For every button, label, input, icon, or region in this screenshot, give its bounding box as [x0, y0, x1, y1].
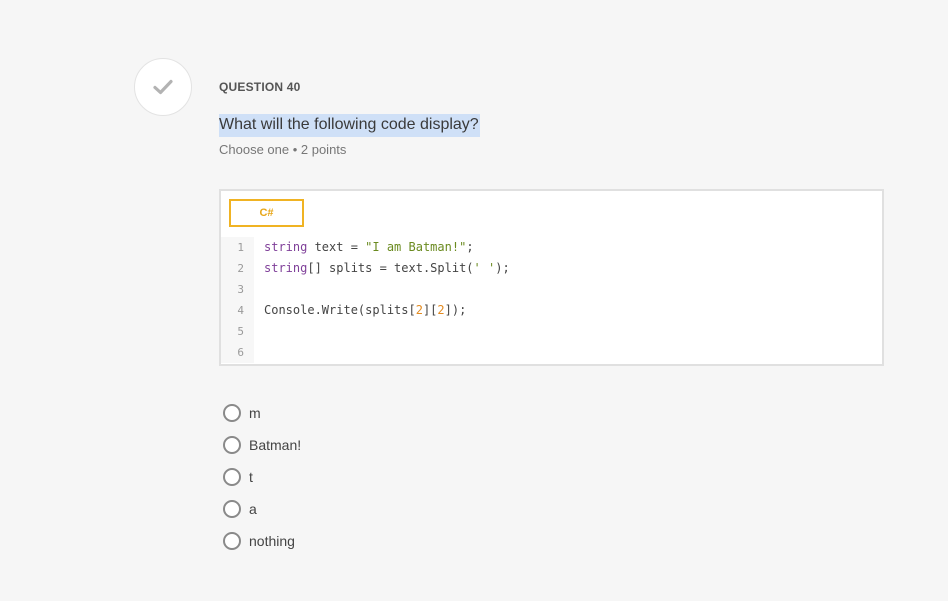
answer-option-label: Batman!: [249, 437, 302, 453]
code-line: 2 string[] splits = text.Split(' ');: [221, 258, 882, 279]
line-number: 1: [221, 237, 254, 258]
answer-option-label: a: [249, 501, 257, 517]
line-number: 6: [221, 342, 254, 363]
question-meta: Choose one • 2 points: [219, 142, 347, 157]
code-token: [] splits = text.Split(: [307, 261, 474, 275]
radio-button[interactable]: [223, 532, 241, 550]
question-number: QUESTION 40: [219, 80, 301, 94]
answer-options: m Batman! t a nothing: [223, 397, 301, 557]
code-token: ][: [422, 303, 438, 317]
code-token: string: [264, 240, 308, 254]
line-number: 2: [221, 258, 254, 279]
answer-option[interactable]: m: [223, 397, 301, 429]
code-token: ;: [466, 240, 474, 254]
code-editor: 1 string text = "I am Batman!"; 2 string[] …: [221, 237, 882, 363]
answer-option-label: m: [249, 405, 261, 421]
answer-option-label: t: [249, 469, 253, 485]
code-token: ' ': [473, 261, 496, 275]
answer-option[interactable]: Batman!: [223, 429, 301, 461]
question-text: What will the following code display?: [219, 114, 480, 137]
code-text: string text = "I am Batman!";: [254, 237, 474, 258]
code-snippet-card: C# 1 string text = "I am Batman!"; 2 string…: [219, 189, 884, 366]
language-tab[interactable]: C#: [229, 199, 304, 227]
code-line: 6: [221, 342, 882, 363]
code-line: 1 string text = "I am Batman!";: [221, 237, 882, 258]
radio-button[interactable]: [223, 436, 241, 454]
radio-button[interactable]: [223, 468, 241, 486]
quiz-page: QUESTION 40 What will the following code…: [0, 0, 948, 601]
checkmark-icon: [153, 79, 173, 95]
code-token: "I am Batman!": [365, 240, 467, 254]
line-number: 3: [221, 279, 254, 300]
code-text: string[] splits = text.Split(' ');: [254, 258, 510, 279]
answer-option-label: nothing: [249, 533, 295, 549]
code-token: 2: [437, 303, 445, 317]
code-token: );: [495, 261, 510, 275]
answer-option[interactable]: a: [223, 493, 301, 525]
code-token: Console.Write(splits[: [264, 303, 416, 317]
answer-option[interactable]: nothing: [223, 525, 301, 557]
code-line: 3: [221, 279, 882, 300]
radio-button[interactable]: [223, 500, 241, 518]
line-number: 5: [221, 321, 254, 342]
answer-option[interactable]: t: [223, 461, 301, 493]
code-token: string: [264, 261, 308, 275]
code-token: text =: [307, 240, 366, 254]
code-token: ]);: [444, 303, 467, 317]
question-status-indicator: [134, 58, 192, 116]
code-text: Console.Write(splits[2][2]);: [254, 300, 466, 321]
code-line: 4 Console.Write(splits[2][2]);: [221, 300, 882, 321]
code-line: 5: [221, 321, 882, 342]
radio-button[interactable]: [223, 404, 241, 422]
code-token: 2: [415, 303, 423, 317]
line-number: 4: [221, 300, 254, 321]
